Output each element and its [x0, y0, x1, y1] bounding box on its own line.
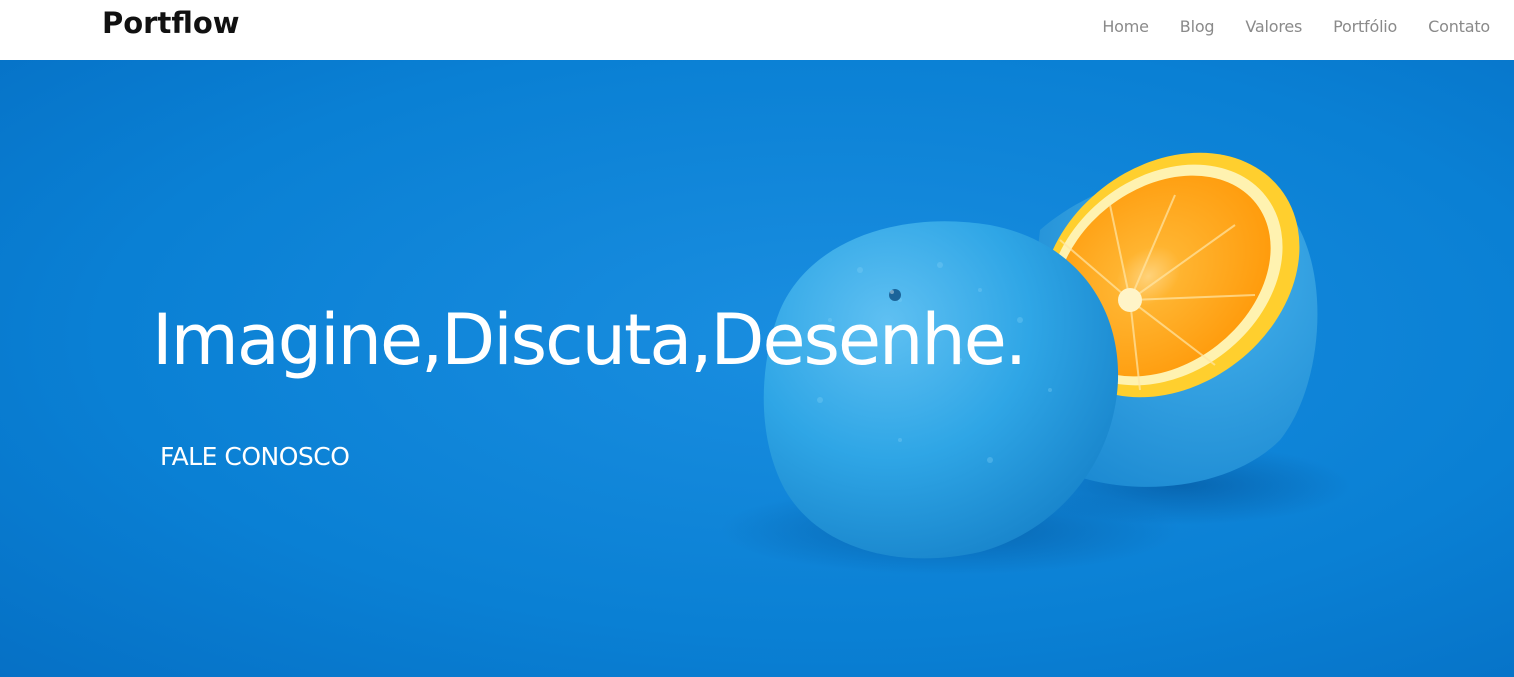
hero-title: Imagine,Discuta,Desenhe. [152, 299, 1027, 381]
nav-links: Home Blog Valores Portfólio Contato [1102, 17, 1490, 36]
nav-link-portfolio[interactable]: Portfólio [1333, 17, 1397, 36]
nav-link-contato[interactable]: Contato [1428, 17, 1490, 36]
nav-link-blog[interactable]: Blog [1180, 17, 1215, 36]
nav-link-valores[interactable]: Valores [1245, 17, 1302, 36]
hero-section: Imagine,Discuta,Desenhe. FALE CONOSCO [0, 60, 1514, 677]
nav-link-home[interactable]: Home [1102, 17, 1149, 36]
contact-us-button[interactable]: FALE CONOSCO [160, 442, 350, 471]
brand-logo[interactable]: Portflow [102, 6, 240, 40]
navbar: Portflow Home Blog Valores Portfólio Con… [0, 0, 1514, 60]
